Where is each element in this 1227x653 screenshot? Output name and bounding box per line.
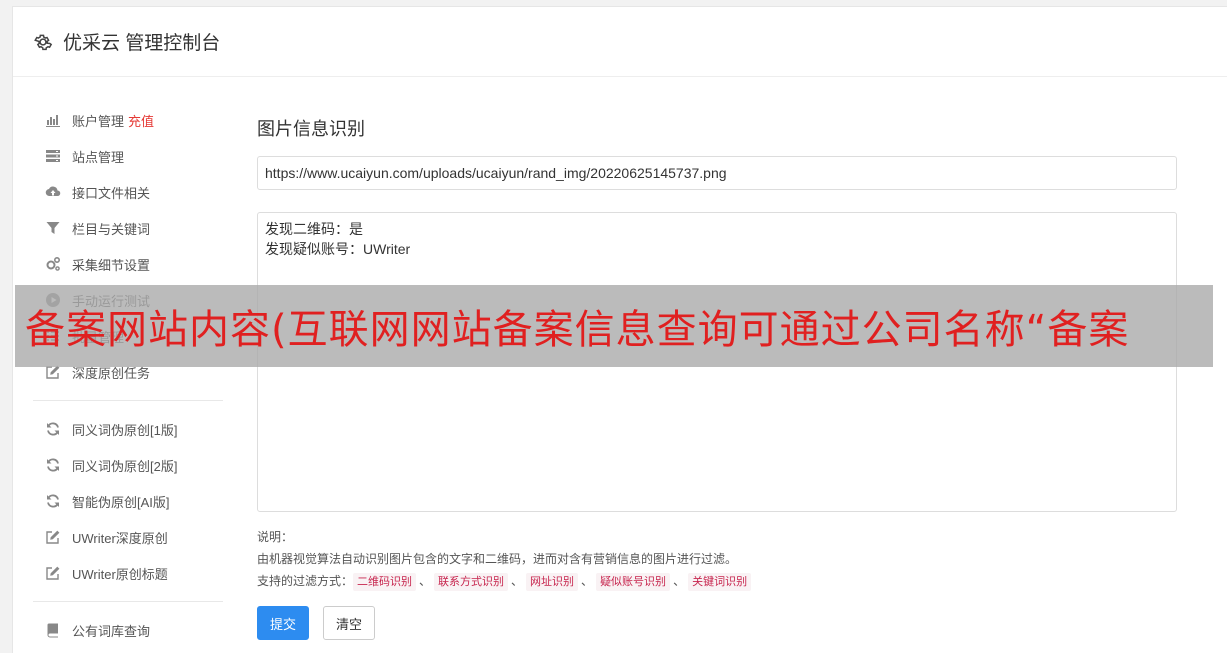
filter-tag: 网址识别 [526,573,579,591]
sidebar-item[interactable]: 智能伪原创[AI版] [33,483,223,519]
clear-button[interactable]: 清空 [323,606,376,640]
filter-tag: 联系方式识别 [434,573,509,591]
sidebar-divider [33,601,223,602]
sidebar-divider [33,400,223,401]
sidebar-item[interactable]: 公有词库查询 [33,612,223,648]
filter-label: 支持的过滤方式： [257,574,354,588]
sidebar-item-label: UWriter原创标题 [72,566,168,582]
sidebar-item-label: 账户管理 [72,113,125,129]
sidebar-item-label: 接口文件相关 [72,185,151,201]
sidebar-item[interactable]: UWriter深度原创 [33,519,223,555]
section-title: 图片信息识别 [257,119,365,139]
sidebar-item-label: 栏目与关键词 [72,221,151,237]
filter-tag: 关键词识别 [688,573,752,591]
banner-text: 备案网站内容(互联网网站备案信息查询可通过公司名称“备案 [25,307,1130,353]
sidebar-item-label: UWriter深度原创 [72,530,168,546]
sidebar-item[interactable]: 同义词伪原创[2版] [33,447,223,483]
sidebar-item[interactable]: 接口文件相关 [33,174,223,210]
action-buttons: 提交 清空 [257,606,1177,640]
sidebar-item-label: 公有词库查询 [72,623,151,639]
sidebar-item[interactable]: UWriter原创标题 [33,555,223,591]
filter-tag: 二维码识别 [353,573,417,591]
image-url-input[interactable] [257,156,1177,190]
sidebar-item-label: 采集细节设置 [72,257,151,273]
header: 优采云 管理控制台 [13,7,1227,77]
gears-icon [44,255,62,273]
help-description: 由机器视觉算法自动识别图片包含的文字和二维码，进而对含有营销信息的图片进行过滤。 [257,552,738,566]
filter-tag: 疑似账号识别 [596,573,671,591]
sidebar-item[interactable]: 同义词伪原创[1版] [33,411,223,447]
refresh-icon [44,492,62,510]
bar-chart-icon [44,111,62,129]
sidebar-item-label: 智能伪原创[AI版] [72,494,170,510]
edit-icon [44,528,62,546]
refresh-icon [44,456,62,474]
help-title: 说明： [257,530,294,544]
sidebar-item-label: 同义词伪原创[1版] [72,422,178,438]
filter-methods: 支持的过滤方式： 二维码识别、联系方式识别、网址识别、疑似账号识别、关键词识别 [257,570,1177,592]
refresh-icon [44,420,62,438]
edit-icon [44,564,62,582]
page-title: 优采云 管理控制台 [63,33,221,54]
sidebar-item[interactable]: 站点管理 [33,138,223,174]
tag-separator: 、 [673,574,686,588]
tag-separator: 、 [511,574,524,588]
server-icon [44,147,62,165]
recharge-link[interactable]: 充值 [128,111,154,130]
help-section: 说明： 由机器视觉算法自动识别图片包含的文字和二维码，进而对含有营销信息的图片进… [257,526,1177,592]
sidebar-item-label: 站点管理 [72,149,125,165]
overlay-banner: 备案网站内容(互联网网站备案信息查询可通过公司名称“备案 [15,285,1213,367]
result-line: 发现二维码：是 [265,221,363,237]
sidebar-item[interactable]: 采集细节设置 [33,246,223,282]
sidebar-item-label: 同义词伪原创[2版] [72,458,178,474]
filter-icon [44,219,62,237]
main-content: 图片信息识别 发现二维码：是 发现疑似账号：UWriter 说明： 由机器视觉算… [257,102,1177,640]
tag-separator: 、 [419,574,432,588]
book-icon [44,621,62,639]
tag-separator: 、 [581,574,594,588]
result-line: 发现疑似账号：UWriter [265,241,411,257]
sidebar-item[interactable]: 账户管理 充值 [33,102,223,138]
sidebar-item[interactable]: 栏目与关键词 [33,210,223,246]
cloud-upload-icon [44,183,62,201]
gear-icon [33,32,53,52]
sidebar: 账户管理充值站点管理接口文件相关栏目与关键词采集细节设置手动运行测试批量管理深度… [33,102,223,648]
submit-button[interactable]: 提交 [257,606,310,640]
